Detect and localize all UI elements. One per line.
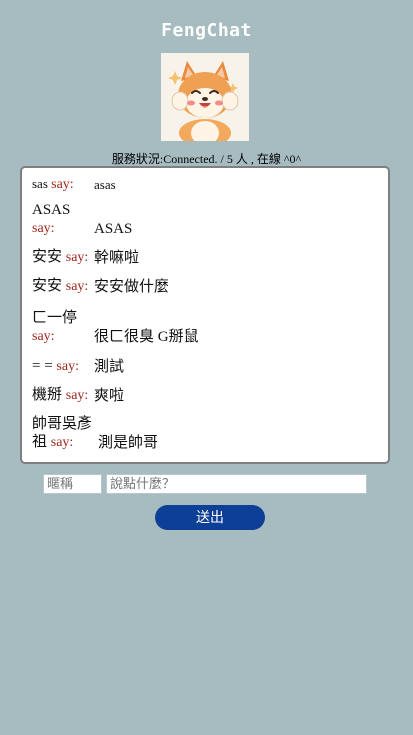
message-sender: 機掰 [32,387,63,403]
message-sender-line: sas say: [32,175,94,194]
chat-message: 機掰 say: 爽啦 [32,386,382,405]
send-button[interactable]: 送出 [155,505,265,530]
message-text: 很ㄈ很臭 G掰鼠 [94,329,199,345]
service-status: 服務狀況:Connected. / 5 人 , 在線 ^0^ [111,152,302,166]
message-sender-line: 機掰 say: [32,386,94,405]
message-sender-line: = = say: [32,357,94,376]
chat-message: 帥哥吳彥祖 say: 測是帥哥 [32,415,382,452]
message-sender: ASAS [32,202,71,218]
message-sender: = = [32,358,53,374]
message-text: asas [94,177,116,192]
say-label: say: [65,250,89,265]
message-text: 安安做什麼 [94,279,170,295]
say-label: say: [51,177,74,192]
message-sender: sas [32,176,48,191]
message-text: 測是帥哥 [98,435,159,451]
message-text: ASAS [94,221,133,237]
chat-message: 安安 say: 安安做什麼 [32,277,382,296]
say-label: say: [65,279,89,294]
message-sender-line: 安安 say: [32,248,94,267]
say-label: say: [65,388,89,403]
message-text: 幹嘛啦 [94,250,140,266]
chat-message: 安安 say: 幹嘛啦 [32,248,382,267]
shiba-dog-avatar [161,53,249,141]
message-say-line: say: [32,327,94,346]
message-input[interactable] [106,474,367,494]
message-sender: 安安 [32,278,63,294]
message-sender-line: 安安 say: [32,277,94,296]
say-label: say: [32,221,55,236]
message-sender-line: 帥哥吳彥祖 say: [32,415,98,452]
chat-message: sas say: asas [32,175,382,194]
message-text: 爽啦 [94,388,125,404]
message-say-line: say: [32,219,94,238]
chat-message: ㄈ一停 say: 很ㄈ很臭 G掰鼠 [32,309,382,346]
message-sender: 安安 [32,249,63,265]
chat-message: ASAS say: ASAS [32,201,382,238]
message-sender: ㄈ一停 [32,310,78,326]
chat-message: = = say: 測試 [32,357,382,376]
nickname-input[interactable] [43,474,102,494]
say-label: say: [56,359,79,374]
say-label: say: [50,435,74,450]
say-label: say: [32,329,55,344]
chat-message-list[interactable]: sas say: asas ASAS say: ASAS 安安 say: 幹嘛啦 安安… [20,166,390,464]
message-text: 測試 [94,359,125,375]
app-title: FengChat [161,20,252,41]
